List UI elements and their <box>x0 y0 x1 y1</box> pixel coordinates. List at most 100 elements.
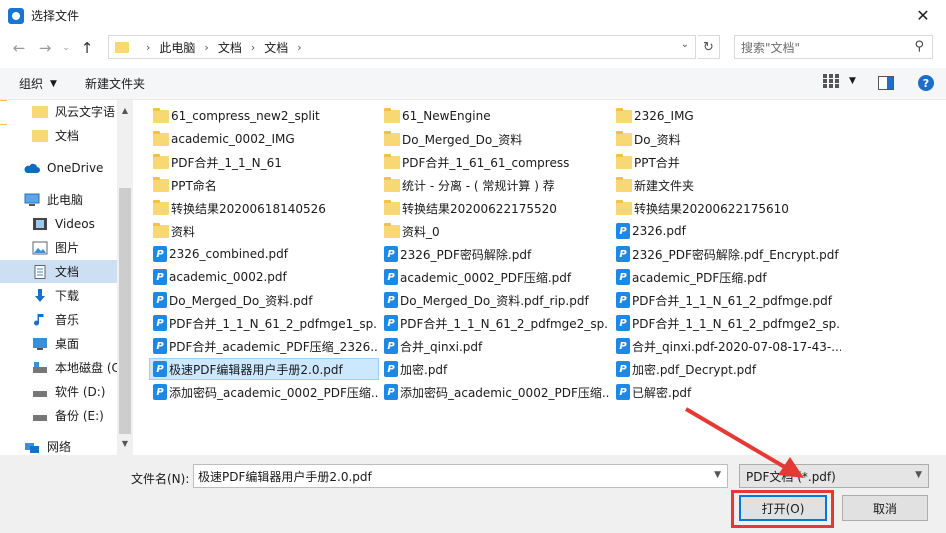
folder-item[interactable]: 转换结果20200622175520 <box>384 197 609 219</box>
pdf-file-item[interactable]: P 加密.pdf_Decrypt.pdf <box>616 358 841 380</box>
search-icon: ⚲ <box>914 39 924 54</box>
folder-item[interactable]: academic_0002_IMG <box>153 128 378 150</box>
folder-icon <box>616 107 632 123</box>
pdf-file-item[interactable]: Pacademic_0002.pdf <box>153 266 378 288</box>
pdf-file-item[interactable]: P 加密.pdf <box>384 358 609 380</box>
sidebar-item-label: OneDrive <box>47 160 104 175</box>
sidebar-item-this-pc[interactable]: 此电脑 <box>0 188 117 211</box>
help-icon: ? <box>922 76 930 90</box>
up-button[interactable]: ↑ <box>74 35 100 61</box>
sidebar-item-videos[interactable]: Videos <box>0 212 117 235</box>
folder-item[interactable]: 转换结果20200622175610 <box>616 197 841 219</box>
view-options-button[interactable]: ▼ <box>823 74 856 88</box>
pdf-file-item[interactable]: Pacademic_PDF压缩.pdf <box>616 266 841 288</box>
sidebar-item-network[interactable]: 网络 <box>0 435 117 455</box>
sidebar-item-onedrive[interactable]: OneDrive <box>0 156 117 179</box>
sidebar-item-label: 备份 (E:) <box>55 409 104 423</box>
filename-input[interactable]: 极速PDF编辑器用户手册2.0.pdf ▼ <box>193 464 728 488</box>
folder-item[interactable]: 61_compress_new2_split <box>153 105 378 127</box>
close-button[interactable]: ✕ <box>900 0 946 31</box>
pdf-file-item[interactable]: P 添加密码_academic_0002_PDF压缩... <box>384 381 609 403</box>
new-folder-button[interactable]: 新建文件夹 <box>85 75 145 92</box>
pdf-file-item[interactable]: P PDF合并_1_1_N_61_2_pdfmge2_sp... <box>384 312 609 334</box>
window-title: 选择文件 <box>31 9 80 23</box>
pdf-file-item[interactable]: P 2326_combined.pdf <box>153 243 378 265</box>
search-placeholder: 搜索"文档" <box>741 40 801 55</box>
recent-locations-button[interactable]: ⌄ <box>58 35 74 61</box>
breadcrumb-item[interactable]: 文档 <box>264 39 288 56</box>
pdf-file-item[interactable]: P PDF合并_academic_PDF压缩_2326.... <box>153 335 378 357</box>
folder-item[interactable]: PPT命名 <box>153 174 378 196</box>
file-name: 合并_qinxi.pdf <box>400 339 483 354</box>
pdf-file-item[interactable]: P 添加密码_academic_0002_PDF压缩... <box>153 381 378 403</box>
organize-menu[interactable]: 组织 ▼ <box>19 75 57 92</box>
sidebar-scrollbar[interactable]: ▲ ▼ <box>117 100 133 455</box>
back-button[interactable]: ← <box>6 35 32 61</box>
pdf-file-item[interactable]: P 合并_qinxi.pdf-2020-07-08-17-43-... <box>616 335 841 357</box>
pdf-file-icon: P <box>384 246 398 262</box>
cancel-button[interactable]: 取消 <box>842 495 928 521</box>
pdf-file-item[interactable]: P Do_Merged_Do_资料.pdf_rip.pdf <box>384 289 609 311</box>
sidebar-item-documents[interactable]: 文档 <box>0 260 117 283</box>
scrollbar-thumb[interactable] <box>119 188 131 434</box>
sidebar-item-label: 音乐 <box>55 313 80 327</box>
pdf-file-item[interactable]: P PDF合并_1_1_N_61_2_pdfmge2_sp... <box>616 312 841 334</box>
folder-item[interactable]: PDF合并_1_1_N_61 <box>153 151 378 173</box>
breadcrumb-item[interactable]: 文档 <box>218 39 242 56</box>
scroll-up-icon[interactable]: ▲ <box>117 102 133 118</box>
file-name: 资料_0 <box>402 224 440 239</box>
folder-item[interactable]: Do_Merged_Do_资料 <box>384 128 609 150</box>
sidebar-item-downloads[interactable]: 下载 <box>0 284 117 307</box>
chevron-down-icon[interactable]: ⌄ <box>681 39 689 50</box>
folder-item[interactable]: 统计 - 分离 - ( 常规计算 ) 荐 <box>384 174 609 196</box>
filename-value: 极速PDF编辑器用户手册2.0.pdf <box>198 469 372 484</box>
pdf-file-item[interactable]: P 2326_PDF密码解除.pdf_Encrypt.pdf <box>616 243 841 265</box>
pdf-file-item[interactable]: P PDF合并_1_1_N_61_2_pdfmge1_sp... <box>153 312 378 334</box>
folder-item[interactable]: PPT合并 <box>616 151 841 173</box>
pdf-file-icon: P <box>153 384 167 400</box>
pdf-file-item[interactable]: P 合并_qinxi.pdf <box>384 335 609 357</box>
refresh-button[interactable]: ↻ <box>698 35 720 59</box>
pdf-file-item[interactable]: P 2326_PDF密码解除.pdf <box>384 243 609 265</box>
pdf-file-item[interactable]: P 已解密.pdf <box>616 381 841 403</box>
sidebar-item-desktop[interactable]: 桌面 <box>0 332 117 355</box>
folder-item[interactable]: 资料 <box>153 220 378 242</box>
pdf-file-item[interactable]: P PDF合并_1_1_N_61_2_pdfmge.pdf <box>616 289 841 311</box>
breadcrumb-item[interactable]: 此电脑 <box>159 39 195 56</box>
sidebar-item-drive-d[interactable]: 软件 (D:) <box>0 380 117 403</box>
filetype-select[interactable]: PDF文档 (*.pdf) ▼ <box>739 464 929 488</box>
sidebar-item-folder[interactable]: 风云文字语 <box>0 100 117 123</box>
sidebar-item-drive-c[interactable]: 本地磁盘 (C <box>0 356 117 379</box>
sidebar-item-label: Videos <box>55 216 95 231</box>
pdf-file-item[interactable]: P Do_Merged_Do_资料.pdf <box>153 289 378 311</box>
address-bar[interactable]: › 此电脑 › 文档 › 文档 › ⌄ <box>108 35 696 59</box>
help-button[interactable]: ? <box>918 75 934 91</box>
sidebar-item-folder[interactable]: 文档 <box>0 124 117 147</box>
folder-item[interactable]: 资料_0 <box>384 220 609 242</box>
command-bar: 组织 ▼ 新建文件夹 ▼ ? <box>0 68 946 100</box>
scroll-down-icon[interactable]: ▼ <box>117 435 133 451</box>
folder-item[interactable]: 61_NewEngine <box>384 105 609 127</box>
file-name: 转换结果20200622175610 <box>634 201 789 216</box>
file-name: academic_PDF压缩.pdf <box>632 270 767 285</box>
folder-item[interactable]: Do_资料 <box>616 128 841 150</box>
sidebar-item-pictures[interactable]: 图片 <box>0 236 117 259</box>
search-input[interactable]: 搜索"文档" ⚲ <box>734 35 933 59</box>
forward-button[interactable]: → <box>32 35 58 61</box>
forward-arrow-icon: → <box>38 38 52 57</box>
pdf-file-item[interactable]: Pacademic_0002_PDF压缩.pdf <box>384 266 609 288</box>
folder-item[interactable]: 2326_IMG <box>616 105 841 127</box>
folder-item[interactable]: 新建文件夹 <box>616 174 841 196</box>
folder-icon <box>153 222 169 238</box>
preview-pane-button[interactable] <box>878 76 894 90</box>
folder-item[interactable]: PDF合并_1_61_61_compress <box>384 151 609 173</box>
chevron-right-icon: › <box>297 40 302 54</box>
folder-item[interactable]: 转换结果20200618140526 <box>153 197 378 219</box>
sidebar-item-drive-e[interactable]: 备份 (E:) <box>0 404 117 427</box>
file-name: PDF合并_academic_PDF压缩_2326.... <box>169 339 378 354</box>
chevron-down-icon: ▼ <box>915 470 922 480</box>
pdf-file-item[interactable]: P 极速PDF编辑器用户手册2.0.pdf <box>149 358 379 380</box>
pdf-file-item[interactable]: P 2326.pdf <box>616 220 841 242</box>
chevron-down-icon[interactable]: ▼ <box>714 470 721 480</box>
sidebar-item-music[interactable]: 音乐 <box>0 308 117 331</box>
